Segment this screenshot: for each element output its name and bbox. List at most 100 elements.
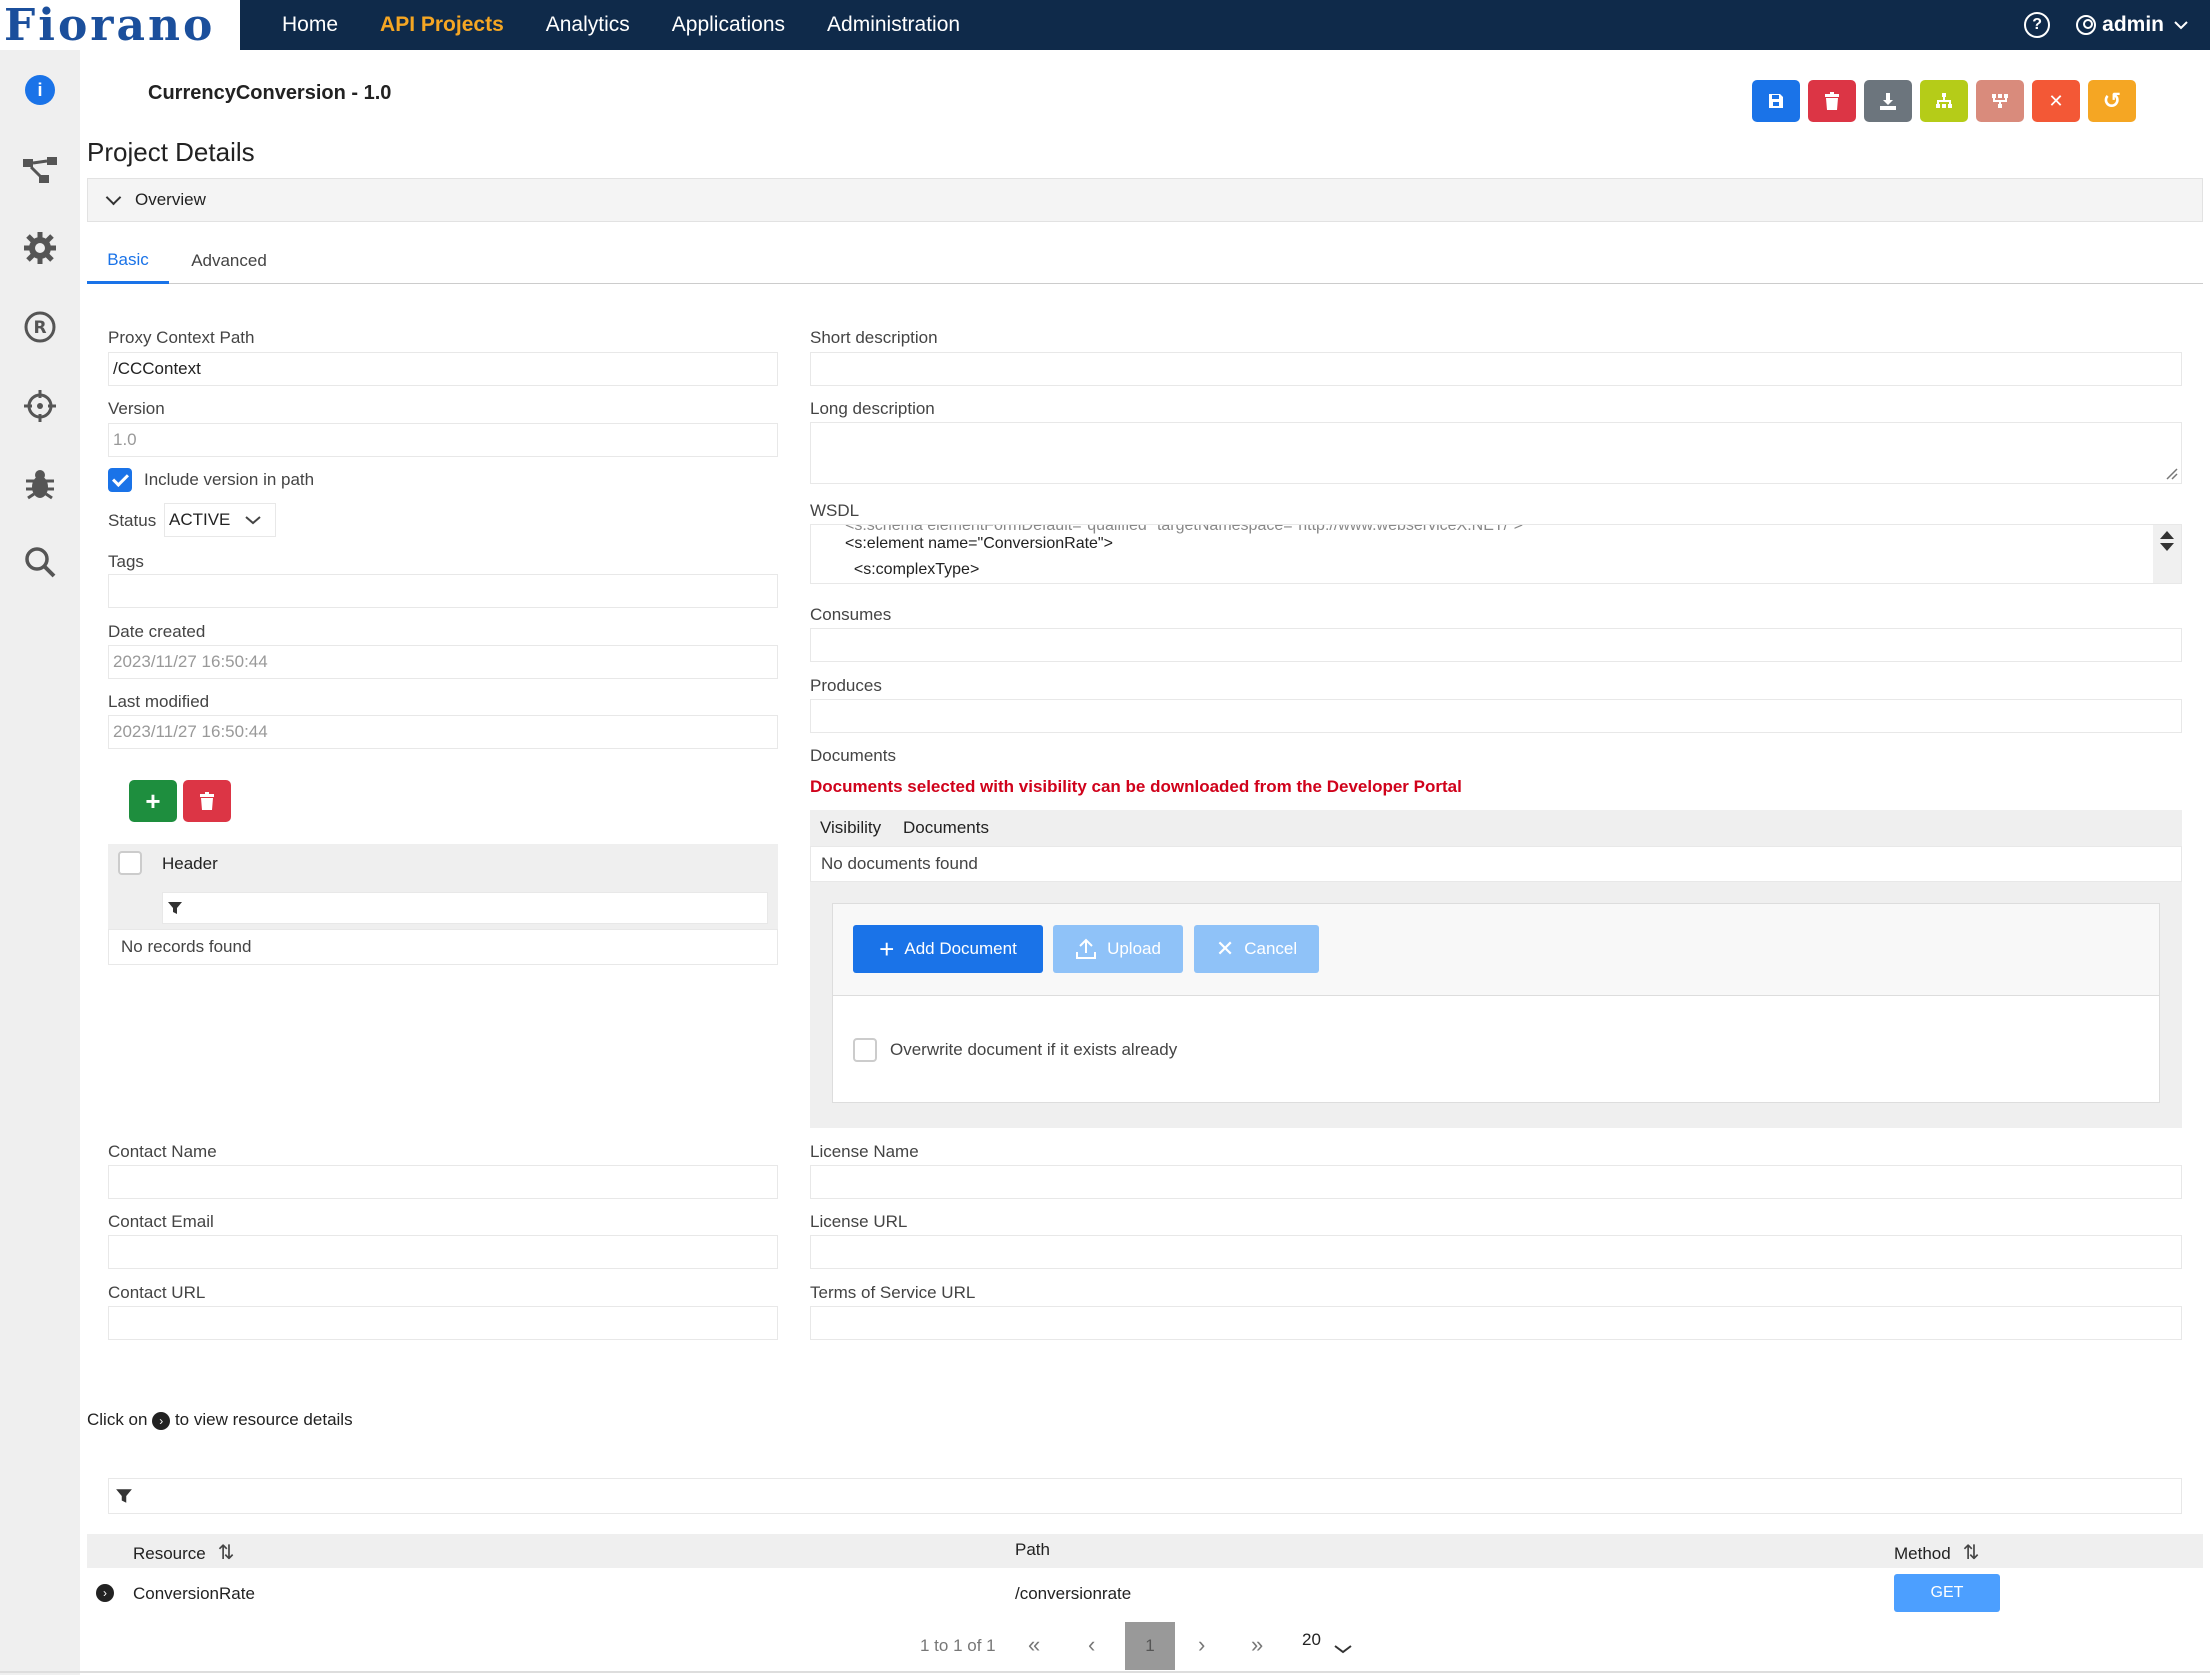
upload-button[interactable]: Upload <box>1053 925 1183 973</box>
overview-accordion[interactable]: Overview <box>87 178 2203 222</box>
next-page-icon[interactable]: › <box>1198 1632 1205 1658</box>
bug-icon[interactable] <box>20 464 60 504</box>
download-button[interactable] <box>1864 80 1912 122</box>
top-navbar: Fiorano Home API Projects Analytics Appl… <box>0 0 2210 51</box>
resource-filter-input[interactable] <box>108 1478 2182 1514</box>
cancel-label: Cancel <box>1244 939 1298 958</box>
wsdl-textarea[interactable]: <s:schema elementFormDefault="qualified"… <box>810 524 2182 584</box>
save-button[interactable] <box>1752 80 1800 122</box>
tab-basic[interactable]: Basic <box>87 238 169 284</box>
nav-administration[interactable]: Administration <box>827 13 960 37</box>
resource-column-header[interactable]: Resource ⇅ <box>133 1540 235 1565</box>
status-value: ACTIVE <box>169 510 231 529</box>
license-name-input[interactable] <box>810 1165 2182 1199</box>
include-version-checkbox[interactable] <box>108 468 132 492</box>
undo-button[interactable]: ↺ <box>2088 80 2136 122</box>
user-name[interactable]: admin <box>2102 13 2164 37</box>
nav-home[interactable]: Home <box>282 13 338 37</box>
license-url-input[interactable] <box>810 1235 2182 1269</box>
help-icon[interactable]: ? <box>2024 12 2051 38</box>
search-icon[interactable] <box>20 542 60 582</box>
expand-row-icon[interactable]: › <box>96 1584 114 1602</box>
date-created-label: Date created <box>108 622 206 641</box>
current-page[interactable]: 1 <box>1125 1622 1175 1670</box>
flow-icon[interactable] <box>20 150 60 190</box>
overview-label: Overview <box>135 190 206 209</box>
tab-bar: Basic Advanced <box>87 238 2203 284</box>
undo-icon: ↺ <box>2102 88 2122 113</box>
method-column-header[interactable]: Method ⇅ <box>1894 1540 1979 1565</box>
chevron-down-icon <box>105 189 122 205</box>
consumes-label: Consumes <box>810 605 892 624</box>
proxy-context-path-label: Proxy Context Path <box>108 328 255 347</box>
wsdl-clipped-line: <s:schema elementFormDefault="qualified"… <box>845 524 1524 534</box>
hierarchy-icon <box>1936 93 1952 108</box>
wsdl-label: WSDL <box>810 501 860 520</box>
method-get-button[interactable]: GET <box>1894 1574 2000 1612</box>
crosshair-icon[interactable] <box>20 386 60 426</box>
contact-name-input[interactable] <box>108 1165 778 1199</box>
main-nav: Home API Projects Analytics Applications… <box>282 0 1002 50</box>
header-filter-input[interactable] <box>162 892 768 924</box>
contact-url-input[interactable] <box>108 1306 778 1340</box>
user-icon <box>2076 15 2097 35</box>
consumes-input[interactable] <box>810 628 2182 662</box>
fiorano-logo[interactable]: Fiorano <box>0 0 240 51</box>
cancel-upload-button[interactable]: ✕ Cancel <box>1194 925 1319 973</box>
last-page-icon[interactable]: » <box>1251 1632 1263 1658</box>
include-version-label: Include version in path <box>144 470 315 489</box>
add-document-button[interactable]: + Add Document <box>853 925 1043 973</box>
produces-input[interactable] <box>810 699 2182 733</box>
delete-button[interactable] <box>1808 80 1856 122</box>
left-sidebar: i R <box>0 50 80 1675</box>
version-input[interactable]: 1.0 <box>108 423 778 457</box>
delete-icon <box>200 792 214 810</box>
status-label: Status <box>108 511 157 530</box>
prev-page-icon[interactable]: ‹ <box>1088 1632 1095 1658</box>
nav-api-projects[interactable]: API Projects <box>380 13 504 37</box>
long-description-textarea[interactable] <box>810 422 2182 484</box>
delete-icon <box>1825 92 1839 110</box>
info-icon[interactable]: i <box>20 70 60 110</box>
nav-analytics[interactable]: Analytics <box>546 13 630 37</box>
page-size-select[interactable]: 20 <box>1298 1622 1370 1668</box>
no-records-text: No records found <box>121 937 252 956</box>
close-icon: ✕ <box>2048 90 2064 111</box>
documents-column: Documents <box>903 818 989 837</box>
no-documents-text: No documents found <box>821 854 978 873</box>
contact-name-label: Contact Name <box>108 1142 217 1161</box>
license-name-label: License Name <box>810 1142 919 1161</box>
wsdl-scrollbar[interactable] <box>2153 525 2181 583</box>
overwrite-checkbox[interactable] <box>853 1038 877 1062</box>
chevron-down-icon[interactable] <box>2174 20 2188 30</box>
tos-url-input[interactable] <box>810 1306 2182 1340</box>
header-select-all-checkbox[interactable] <box>118 851 142 875</box>
resource-hint-prefix: Click on <box>87 1410 148 1429</box>
resize-handle-icon <box>2166 468 2178 480</box>
page-size-value: 20 <box>1302 1630 1321 1649</box>
add-header-button[interactable]: + <box>129 780 177 822</box>
sort-icon: ⇅ <box>217 1542 235 1564</box>
registered-icon[interactable]: R <box>20 307 60 347</box>
overwrite-label: Overwrite document if it exists already <box>890 1040 1178 1059</box>
deploy-button[interactable] <box>1976 80 2024 122</box>
close-button[interactable]: ✕ <box>2032 80 2080 122</box>
tab-advanced[interactable]: Advanced <box>169 238 289 284</box>
short-description-input[interactable] <box>810 352 2182 386</box>
add-document-label: Add Document <box>904 939 1017 958</box>
tags-input[interactable] <box>108 574 778 608</box>
contact-email-input[interactable] <box>108 1235 778 1269</box>
project-name: CurrencyConversion - 1.0 <box>148 82 392 104</box>
chevron-right-circle-icon: › <box>152 1411 171 1430</box>
status-select[interactable]: ACTIVE <box>164 503 276 537</box>
proxy-context-path-input[interactable]: /CCContext <box>108 352 778 386</box>
hierarchy-button[interactable] <box>1920 80 1968 122</box>
first-page-icon[interactable]: « <box>1028 1632 1040 1658</box>
page-title: Project Details <box>87 137 255 167</box>
gear-icon[interactable] <box>20 228 60 268</box>
filter-icon <box>116 1489 132 1503</box>
nav-applications[interactable]: Applications <box>672 13 785 37</box>
tags-label: Tags <box>108 552 144 571</box>
delete-header-button[interactable] <box>183 780 231 822</box>
user-area: ? admin <box>2024 0 2188 50</box>
